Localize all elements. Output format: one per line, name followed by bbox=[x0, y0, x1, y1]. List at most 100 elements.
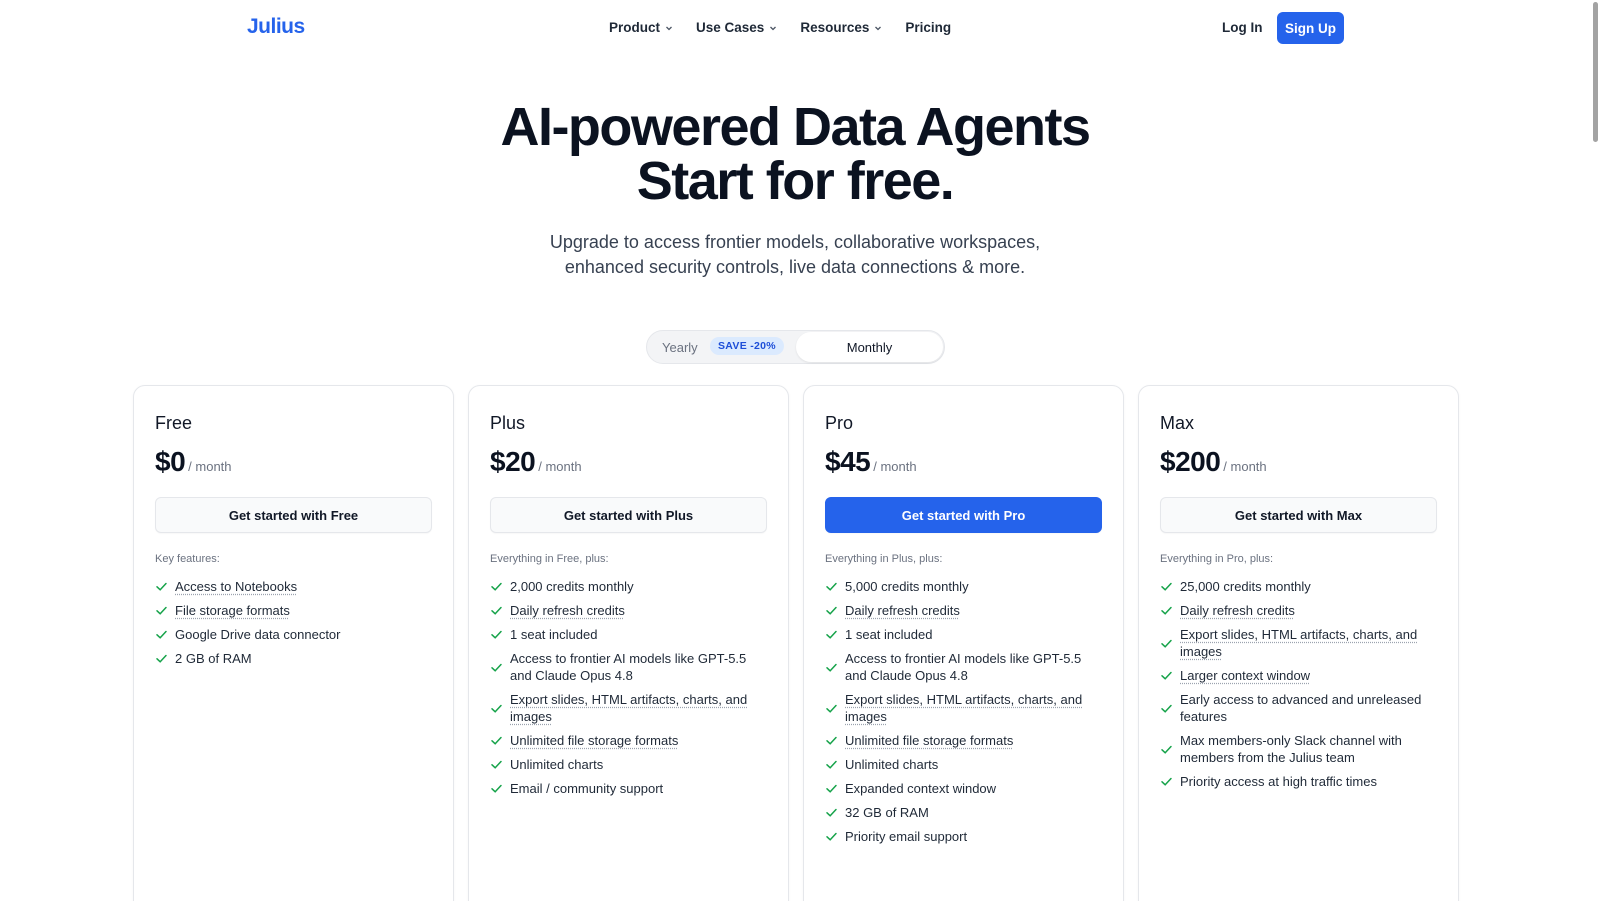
login-link[interactable]: Log In bbox=[1222, 20, 1263, 35]
check-icon bbox=[826, 663, 837, 672]
plan-period: / month bbox=[538, 459, 582, 474]
check-icon bbox=[1161, 671, 1172, 680]
billing-toggle: Yearly SAVE -20% Monthly bbox=[646, 330, 945, 364]
plan-period: / month bbox=[873, 459, 917, 474]
plan-price: $200 bbox=[1160, 446, 1221, 477]
check-icon bbox=[491, 606, 502, 615]
feature-text[interactable]: Unlimited file storage formats bbox=[845, 732, 1013, 749]
feature-text[interactable]: Daily refresh credits bbox=[1180, 602, 1295, 619]
check-icon bbox=[156, 606, 167, 615]
get-started-max-button[interactable]: Get started with Max bbox=[1160, 497, 1437, 533]
chevron-down-icon bbox=[666, 26, 672, 30]
check-icon bbox=[826, 832, 837, 841]
check-icon bbox=[826, 760, 837, 769]
nav-product[interactable]: Product bbox=[609, 20, 674, 35]
check-icon bbox=[1161, 639, 1172, 648]
plan-card-free: Free $0/ month Get started with Free Key fe… bbox=[133, 385, 454, 901]
scrollbar-thumb[interactable] bbox=[1593, 2, 1598, 142]
feature-item: 2 GB of RAM bbox=[155, 650, 435, 667]
feature-item: Daily refresh credits bbox=[825, 602, 1105, 619]
feature-text: Unlimited charts bbox=[510, 757, 604, 772]
feature-text: Access to frontier AI models like GPT-5.… bbox=[845, 651, 1082, 683]
check-icon bbox=[1161, 606, 1172, 615]
features-heading: Everything in Free, plus: bbox=[490, 553, 609, 565]
plan-name: Pro bbox=[825, 413, 854, 433]
nav-product-label: Product bbox=[609, 20, 661, 35]
feature-item: Access to frontier AI models like GPT-5.… bbox=[825, 650, 1105, 684]
chevron-down-icon bbox=[875, 26, 882, 30]
feature-text[interactable]: File storage formats bbox=[175, 602, 290, 619]
check-icon bbox=[826, 582, 837, 591]
feature-item: 5,000 credits monthly bbox=[825, 578, 1105, 595]
signup-button[interactable]: Sign Up bbox=[1277, 12, 1344, 44]
feature-item: Unlimited file storage formats bbox=[825, 732, 1105, 749]
subtitle-line-2: enhanced security controls, live data co… bbox=[564, 257, 1026, 277]
plan-price-row: $20/ month bbox=[490, 446, 582, 478]
feature-text: 1 seat included bbox=[845, 627, 933, 642]
check-icon bbox=[491, 760, 502, 769]
feature-text: 5,000 credits monthly bbox=[845, 579, 969, 594]
feature-text: Max members-only Slack channel with memb… bbox=[1180, 733, 1402, 765]
features-heading: Key features: bbox=[155, 553, 220, 565]
nav-links: Product Use Cases Resources Pricing bbox=[609, 20, 973, 35]
feature-item: Access to frontier AI models like GPT-5.… bbox=[490, 650, 770, 684]
toggle-monthly[interactable]: Monthly bbox=[796, 332, 943, 362]
feature-text[interactable]: Export slides, HTML artifacts, charts, a… bbox=[1180, 626, 1440, 660]
nav-use-cases[interactable]: Use Cases bbox=[696, 20, 778, 35]
feature-item: Unlimited charts bbox=[825, 756, 1105, 773]
toggle-yearly[interactable]: Yearly bbox=[662, 340, 698, 355]
julius-logo[interactable]: Julius bbox=[247, 15, 305, 39]
feature-text: 25,000 credits monthly bbox=[1180, 579, 1311, 594]
nav-resources[interactable]: Resources bbox=[800, 20, 883, 35]
feature-item: Export slides, HTML artifacts, charts, a… bbox=[490, 691, 770, 725]
feature-item: 1 seat included bbox=[490, 626, 770, 643]
feature-text[interactable]: Daily refresh credits bbox=[510, 602, 625, 619]
feature-text[interactable]: Export slides, HTML artifacts, charts, a… bbox=[510, 691, 770, 725]
feature-text: Expanded context window bbox=[845, 781, 997, 796]
feature-text: 32 GB of RAM bbox=[845, 805, 929, 820]
feature-text[interactable]: Access to Notebooks bbox=[175, 578, 297, 595]
feature-item: Export slides, HTML artifacts, charts, a… bbox=[1160, 626, 1440, 660]
plan-price-row: $200/ month bbox=[1160, 446, 1267, 478]
feature-item: File storage formats bbox=[155, 602, 435, 619]
feature-item: Email / community support bbox=[490, 780, 770, 797]
check-icon bbox=[1161, 745, 1172, 754]
check-icon bbox=[826, 736, 837, 745]
check-icon bbox=[826, 704, 837, 713]
feature-item: Max members-only Slack channel with memb… bbox=[1160, 732, 1440, 766]
scrollbar[interactable] bbox=[1590, 0, 1600, 901]
check-icon bbox=[491, 736, 502, 745]
feature-text[interactable]: Larger context window bbox=[1180, 667, 1310, 684]
feature-item: Early access to advanced and unreleased … bbox=[1160, 691, 1440, 725]
feature-text[interactable]: Daily refresh credits bbox=[845, 602, 960, 619]
feature-item: Larger context window bbox=[1160, 667, 1440, 684]
nav-resources-label: Resources bbox=[800, 20, 870, 35]
page-title: AI-powered Data Agents Start for free. bbox=[0, 100, 1590, 208]
check-icon bbox=[156, 630, 167, 639]
check-icon bbox=[491, 663, 502, 672]
feature-list: 2,000 credits monthly Daily refresh credi… bbox=[490, 578, 770, 804]
check-icon bbox=[491, 704, 502, 713]
feature-item: Daily refresh credits bbox=[1160, 602, 1440, 619]
plan-card-plus: Plus $20/ month Get started with Plus Every… bbox=[468, 385, 789, 901]
plan-price-row: $45/ month bbox=[825, 446, 917, 478]
plan-period: / month bbox=[188, 459, 232, 474]
check-icon bbox=[491, 630, 502, 639]
feature-text[interactable]: Export slides, HTML artifacts, charts, a… bbox=[845, 691, 1105, 725]
feature-item: Access to Notebooks bbox=[155, 578, 435, 595]
get-started-plus-button[interactable]: Get started with Plus bbox=[490, 497, 767, 533]
feature-text: Email / community support bbox=[510, 781, 664, 796]
get-started-free-button[interactable]: Get started with Free bbox=[155, 497, 432, 533]
check-icon bbox=[156, 654, 167, 663]
check-icon bbox=[1161, 704, 1172, 713]
page-subtitle: Upgrade to access frontier models, colla… bbox=[0, 230, 1590, 280]
get-started-pro-button[interactable]: Get started with Pro bbox=[825, 497, 1102, 533]
nav-pricing[interactable]: Pricing bbox=[905, 20, 951, 35]
plan-name: Free bbox=[155, 413, 193, 433]
plan-card-max: Max $200/ month Get started with Max Everyt… bbox=[1138, 385, 1459, 901]
check-icon bbox=[826, 784, 837, 793]
plan-period: / month bbox=[1223, 459, 1267, 474]
feature-text[interactable]: Unlimited file storage formats bbox=[510, 732, 678, 749]
plan-price: $0 bbox=[155, 446, 186, 477]
feature-item: 1 seat included bbox=[825, 626, 1105, 643]
